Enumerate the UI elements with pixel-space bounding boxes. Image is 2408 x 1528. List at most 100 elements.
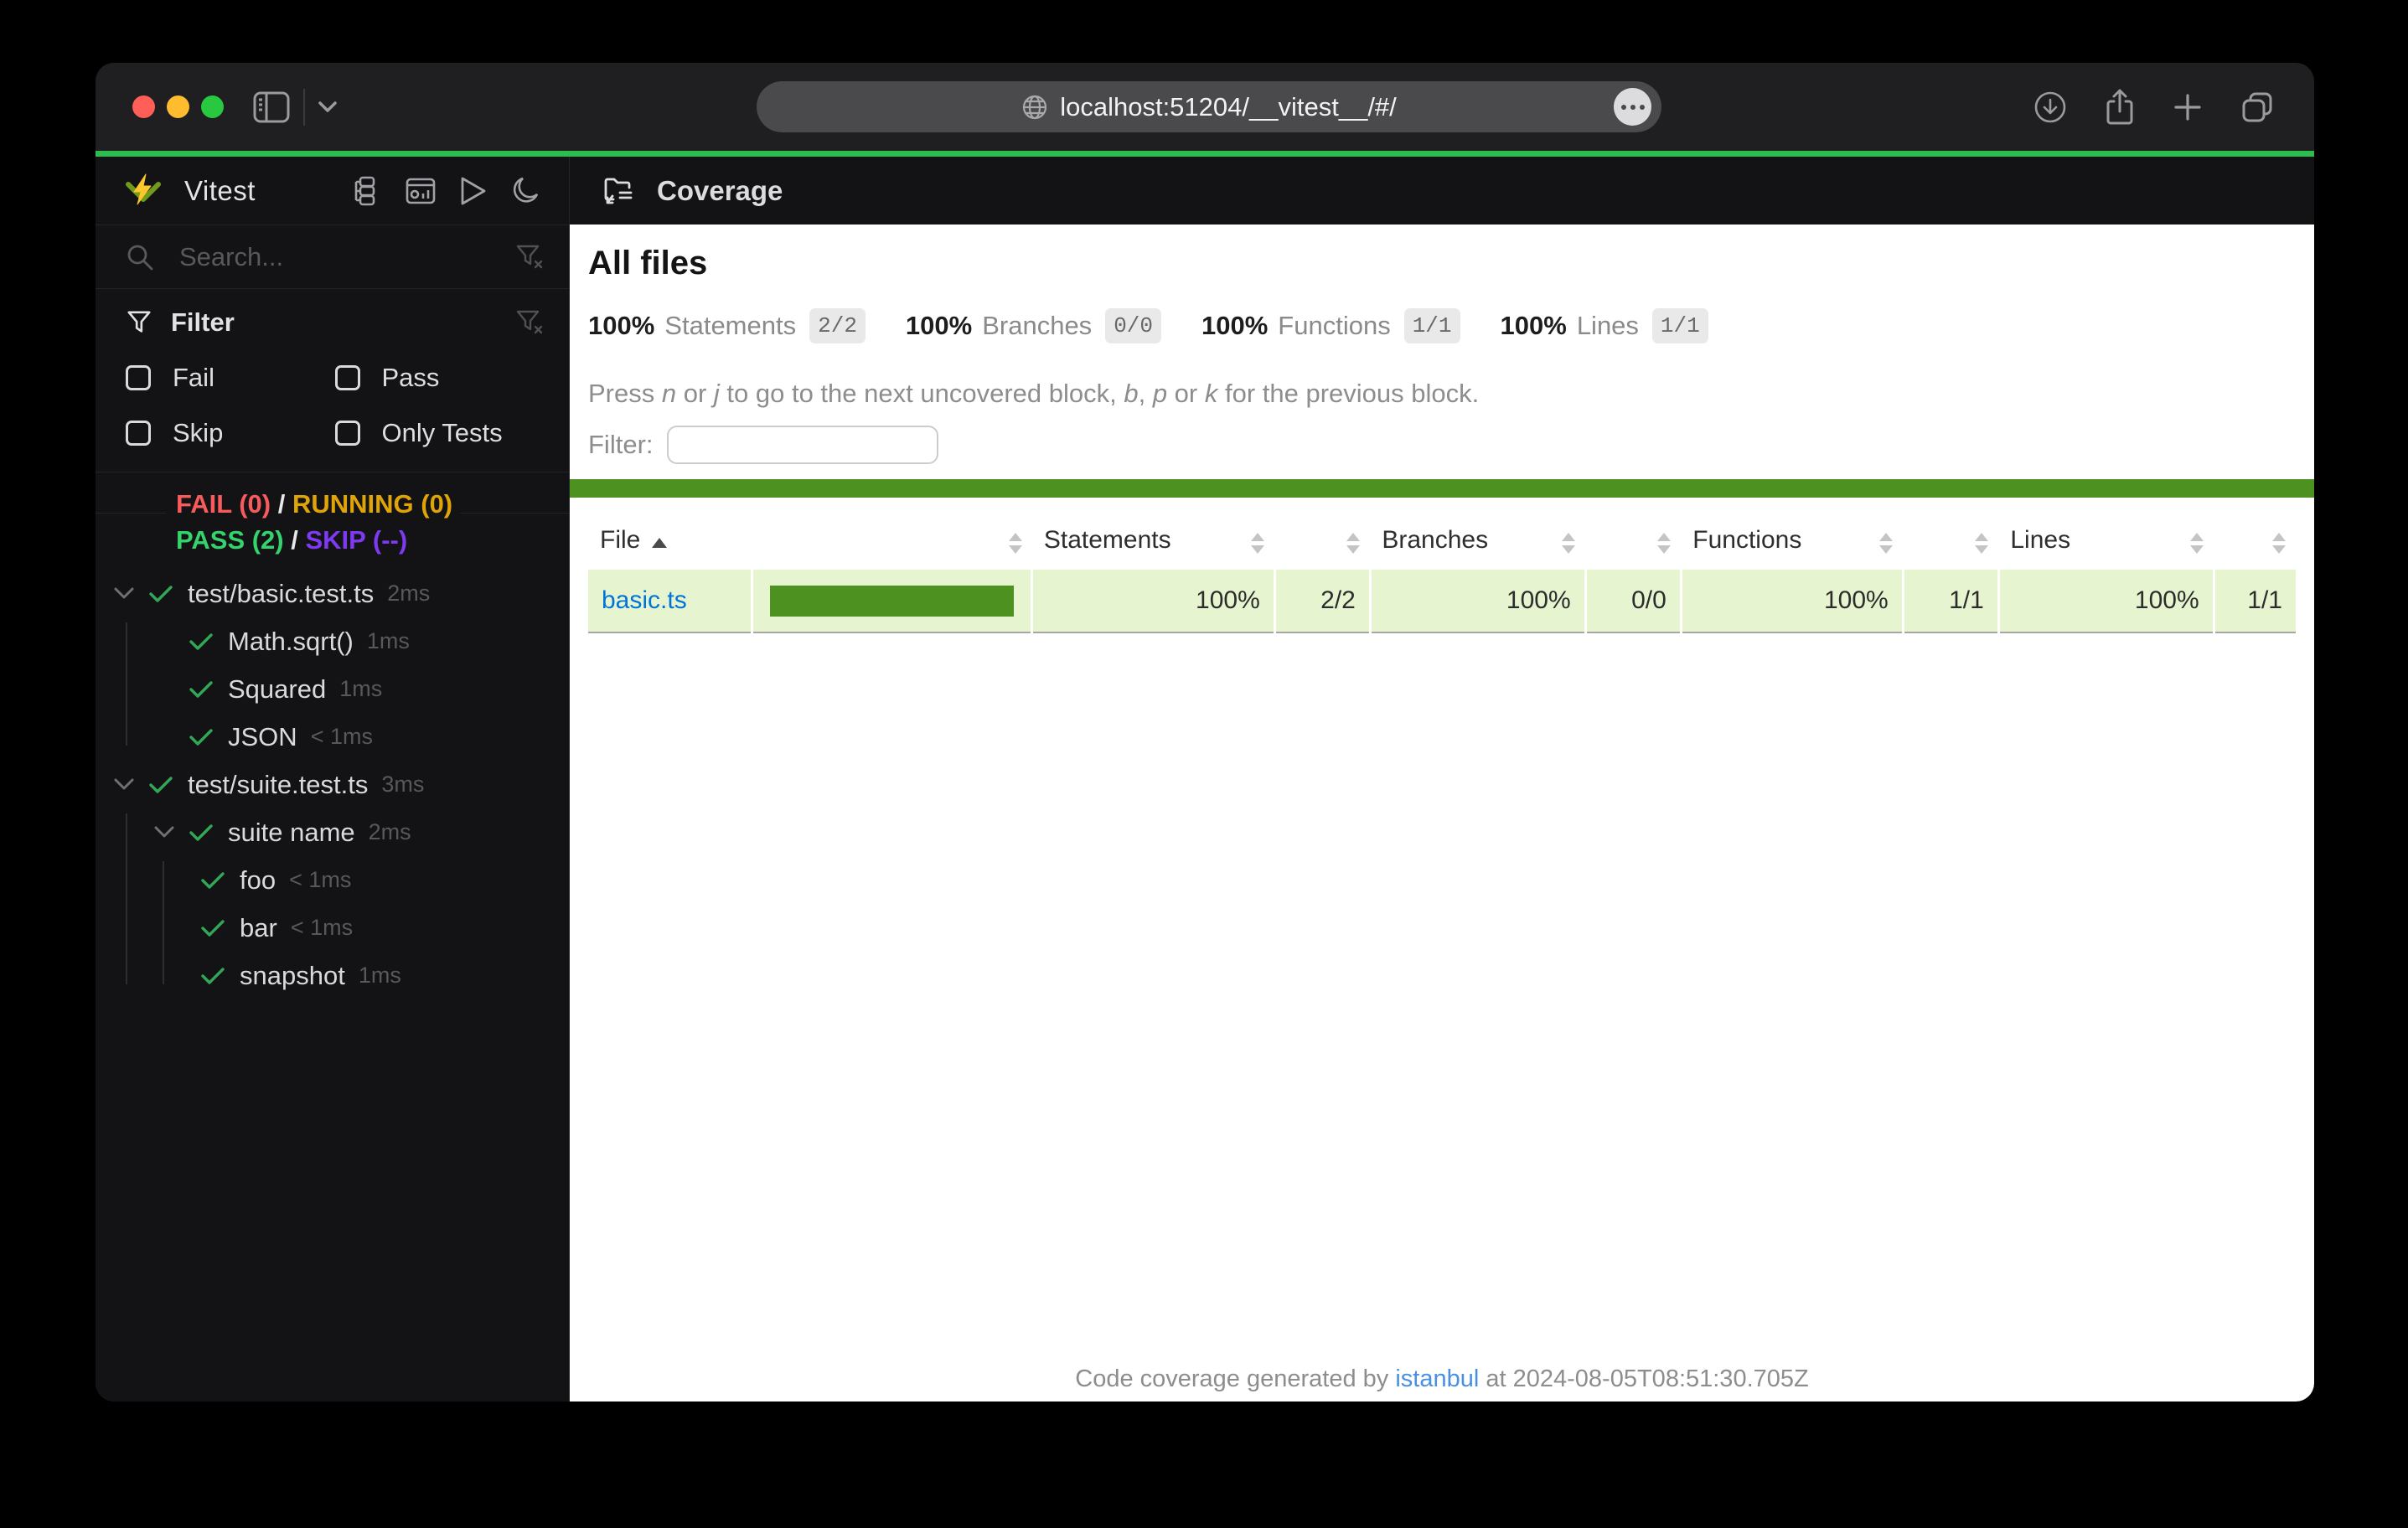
coverage-bar-fill bbox=[770, 586, 1014, 617]
sort-arrows-icon[interactable] bbox=[2272, 533, 2286, 554]
close-window-button[interactable] bbox=[132, 96, 155, 118]
filter-only-tests-checkbox[interactable]: Only Tests bbox=[335, 418, 545, 448]
tree-item-label: JSON bbox=[228, 722, 297, 752]
sort-arrows-icon[interactable] bbox=[1009, 533, 1022, 554]
collapse-tests-icon[interactable] bbox=[350, 175, 382, 207]
pass-check-icon bbox=[201, 919, 226, 937]
chevron-down-icon[interactable] bbox=[154, 826, 178, 839]
tree-row-test[interactable]: snapshot 1ms bbox=[96, 952, 569, 999]
sort-by-chart-header[interactable] bbox=[752, 518, 1032, 570]
chevron-down-icon[interactable] bbox=[114, 778, 137, 791]
downloads-button[interactable] bbox=[2033, 90, 2068, 125]
pass-check-icon bbox=[149, 776, 174, 794]
sort-arrows-icon[interactable] bbox=[1562, 533, 1575, 554]
chevron-down-icon[interactable] bbox=[114, 587, 137, 600]
tree-row-file[interactable]: test/basic.test.ts 2ms bbox=[96, 570, 569, 617]
statements-frac-cell: 2/2 bbox=[1274, 570, 1370, 632]
sort-arrows-icon[interactable] bbox=[1346, 533, 1360, 554]
share-button[interactable] bbox=[2103, 88, 2137, 126]
sidebar-menu-chevron[interactable] bbox=[318, 101, 337, 113]
fail-count: FAIL (0) bbox=[176, 489, 271, 519]
globe-icon bbox=[1021, 94, 1048, 121]
tree-item-duration: 1ms bbox=[359, 963, 401, 989]
sort-arrows-icon[interactable] bbox=[2190, 533, 2204, 554]
summary-branches: 100% Branches 0/0 bbox=[906, 308, 1161, 343]
checkbox-icon[interactable] bbox=[335, 365, 360, 390]
pass-check-icon bbox=[149, 585, 174, 603]
summary-fraction-badge: 1/1 bbox=[1652, 308, 1708, 343]
sort-arrows-icon[interactable] bbox=[1975, 533, 1988, 554]
filter-skip-checkbox[interactable]: Skip bbox=[126, 418, 335, 448]
page-title: Coverage bbox=[657, 175, 783, 207]
tree-row-test[interactable]: Squared 1ms bbox=[96, 665, 569, 713]
summary-fraction-badge: 2/2 bbox=[809, 308, 866, 343]
functions-pct-cell: 100% bbox=[1681, 570, 1903, 632]
tree-row-file[interactable]: test/suite.test.ts 3ms bbox=[96, 761, 569, 808]
sort-arrows-icon[interactable] bbox=[1251, 533, 1264, 554]
desktop-background: { "browser": { "url": "localhost:51204/_… bbox=[0, 0, 2408, 1528]
tab-overview-button[interactable] bbox=[2239, 89, 2276, 126]
tree-item-duration: 1ms bbox=[367, 628, 410, 654]
summary-label: Functions bbox=[1278, 311, 1390, 341]
tree-item-label: bar bbox=[240, 913, 277, 943]
summary-lines: 100% Lines 1/1 bbox=[1501, 308, 1708, 343]
summary-label: Branches bbox=[982, 311, 1092, 341]
tree-item-label: foo bbox=[240, 865, 276, 896]
skip-count: SKIP (--) bbox=[305, 525, 407, 555]
sort-by-branches-header[interactable]: Branches bbox=[1370, 518, 1585, 570]
checkbox-label: Only Tests bbox=[382, 418, 503, 448]
sort-arrows-icon[interactable] bbox=[1879, 533, 1893, 554]
coverage-bar-cell bbox=[752, 570, 1032, 632]
tree-row-test[interactable]: foo < 1ms bbox=[96, 856, 569, 904]
sort-by-file-header[interactable]: File bbox=[588, 518, 752, 570]
tree-item-label: Squared bbox=[228, 674, 326, 705]
tree-item-label: suite name bbox=[228, 818, 355, 848]
coverage-summary: 100% Statements 2/2 100% Branches 0/0 10… bbox=[588, 308, 1708, 343]
window-controls bbox=[132, 63, 224, 151]
clear-search-filter-icon[interactable] bbox=[515, 243, 544, 271]
sort-by-branches-raw-header[interactable] bbox=[1585, 518, 1681, 570]
tree-item-label: snapshot bbox=[240, 961, 345, 991]
minimize-window-button[interactable] bbox=[167, 96, 189, 118]
zoom-window-button[interactable] bbox=[201, 96, 224, 118]
sort-by-functions-header[interactable]: Functions bbox=[1681, 518, 1903, 570]
tree-row-suite[interactable]: suite name 2ms bbox=[96, 808, 569, 856]
istanbul-link[interactable]: istanbul bbox=[1395, 1365, 1479, 1392]
checkbox-icon[interactable] bbox=[126, 421, 151, 446]
clear-filters-icon[interactable] bbox=[515, 308, 544, 337]
branches-frac-cell: 0/0 bbox=[1585, 570, 1681, 632]
dark-mode-toggle-icon[interactable] bbox=[510, 175, 542, 207]
filter-title: Filter bbox=[171, 307, 235, 338]
search-input[interactable] bbox=[178, 241, 515, 273]
tree-item-duration: 2ms bbox=[369, 819, 411, 845]
keyboard-shortcuts-note: Press n or j to go to the next uncovered… bbox=[588, 379, 1479, 409]
file-filter-input[interactable] bbox=[667, 426, 938, 464]
dashboard-icon[interactable] bbox=[405, 175, 437, 207]
sort-by-lines-header[interactable]: Lines bbox=[1998, 518, 2214, 570]
tree-guide-line bbox=[126, 813, 127, 984]
tree-row-test[interactable]: Math.sqrt() 1ms bbox=[96, 617, 569, 665]
run-all-icon[interactable] bbox=[459, 175, 488, 207]
summary-statements: 100% Statements 2/2 bbox=[588, 308, 866, 343]
toolbar-divider bbox=[303, 89, 305, 126]
tree-row-test[interactable]: bar < 1ms bbox=[96, 904, 569, 952]
filter-fail-checkbox[interactable]: Fail bbox=[126, 363, 335, 393]
sidebar-toggle-button[interactable] bbox=[253, 91, 290, 123]
tree-row-test[interactable]: JSON < 1ms bbox=[96, 713, 569, 761]
sort-by-functions-raw-header[interactable] bbox=[1903, 518, 1998, 570]
sort-by-statements-header[interactable]: Statements bbox=[1032, 518, 1274, 570]
sort-arrows-icon[interactable] bbox=[1657, 533, 1671, 554]
checkbox-icon[interactable] bbox=[126, 365, 151, 390]
filter-pass-checkbox[interactable]: Pass bbox=[335, 363, 545, 393]
page-options-button[interactable] bbox=[1614, 88, 1651, 126]
browser-toolbar: localhost:51204/__vitest__/#/ bbox=[96, 63, 2314, 151]
checkbox-icon[interactable] bbox=[335, 421, 360, 446]
sort-by-lines-raw-header[interactable] bbox=[2214, 518, 2296, 570]
new-tab-button[interactable] bbox=[2172, 91, 2204, 123]
tree-item-duration: < 1ms bbox=[289, 867, 351, 893]
coverage-table: File Statements Branches Functions Lines bbox=[588, 518, 2296, 633]
sort-by-statements-raw-header[interactable] bbox=[1274, 518, 1370, 570]
address-bar[interactable]: localhost:51204/__vitest__/#/ bbox=[757, 81, 1661, 132]
summary-pct: 100% bbox=[906, 311, 972, 341]
file-link[interactable]: basic.ts bbox=[602, 586, 687, 614]
